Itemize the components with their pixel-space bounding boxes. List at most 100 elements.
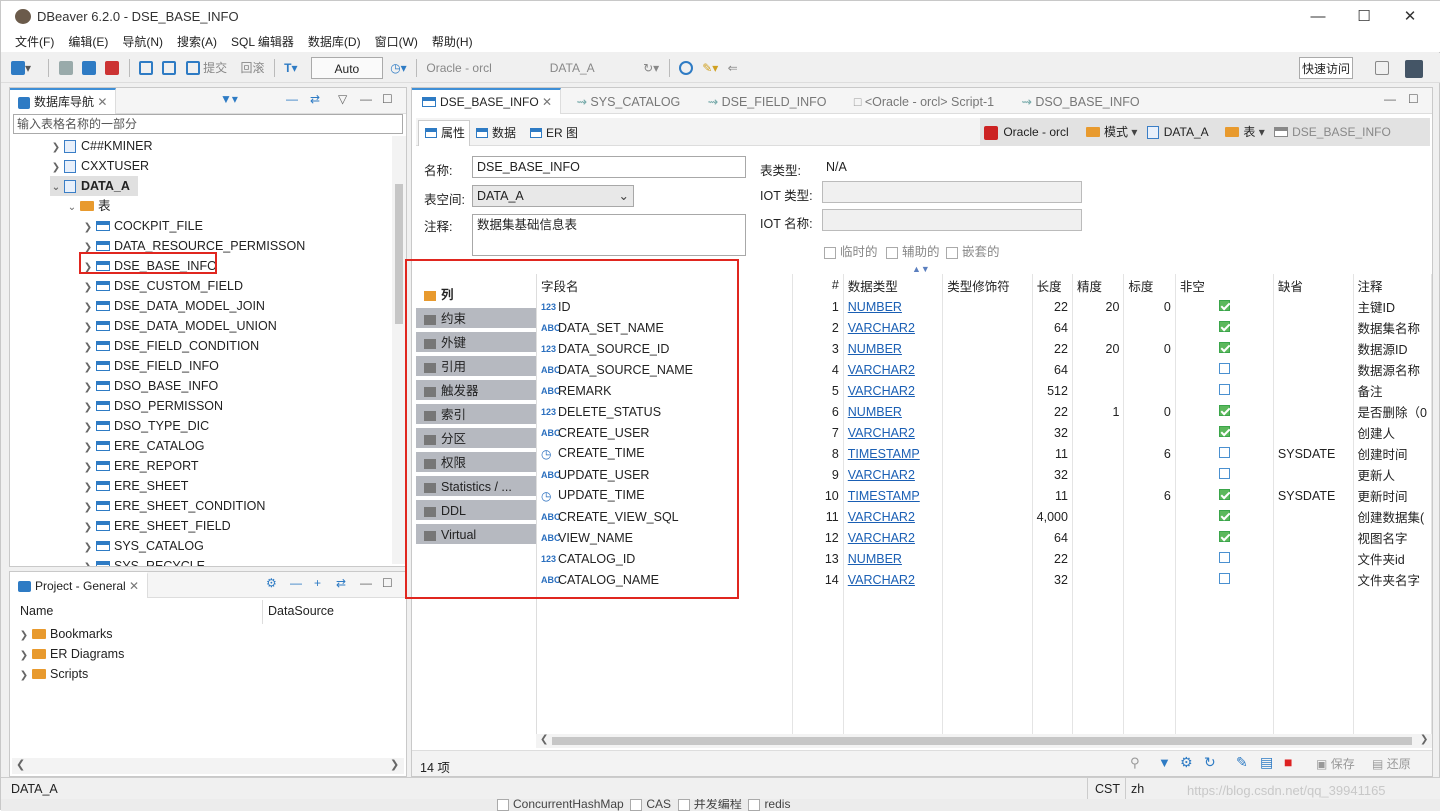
cell-type[interactable]: VARCHAR2 — [843, 527, 944, 548]
tree-item-table[interactable]: ❯ DSE_CUSTOM_FIELD — [82, 276, 243, 296]
column-header[interactable]: 数据类型 — [843, 274, 944, 296]
tree-item-table[interactable]: ❯ SYS_CATALOG — [82, 536, 204, 556]
secondary-checkbox[interactable]: 辅助的 — [886, 241, 940, 260]
notnull-checkbox[interactable] — [1218, 362, 1230, 374]
notnull-checkbox[interactable] — [1218, 404, 1230, 416]
project-hscrollbar[interactable]: ❮ ❯ — [12, 758, 404, 774]
delete-icon[interactable]: ■ — [1284, 754, 1292, 770]
editor-tab-dso-base-info[interactable]: ⇝ DSO_BASE_INFO — [1009, 89, 1151, 115]
cell-notnull[interactable] — [1175, 296, 1274, 317]
tree-item-table[interactable]: ❯ DSO_TYPE_DIC — [82, 416, 209, 436]
cell-scale[interactable]: 0 — [1123, 296, 1176, 317]
navigator-actions-icon[interactable]: ▼▾ — [220, 92, 238, 106]
cell-length[interactable]: 32 — [1032, 422, 1073, 443]
data-type-link[interactable]: TIMESTAMP — [848, 489, 920, 503]
cell-precision[interactable] — [1072, 527, 1125, 548]
table-filter-input[interactable]: 输入表格名称的一部分 — [13, 114, 403, 134]
column-header[interactable]: 标度 — [1123, 274, 1176, 296]
tree-item-table[interactable]: ❯ DSO_PERMISSON — [82, 396, 223, 416]
tree-item-table[interactable]: ❯ DSE_DATA_MODEL_UNION — [82, 316, 277, 336]
chevron-right-icon[interactable]: ❯ — [82, 278, 94, 298]
column-header[interactable]: 精度 — [1072, 274, 1125, 296]
tools-icon[interactable]: ✎▾ — [702, 57, 718, 79]
chevron-down-icon[interactable]: ▾ — [1259, 125, 1265, 139]
edit-icon[interactable]: ✎ — [1236, 754, 1248, 771]
menu-database[interactable]: 数据库(D) — [301, 32, 368, 52]
cell-notnull[interactable] — [1175, 338, 1274, 359]
chevron-right-icon[interactable]: ❯ — [82, 418, 94, 438]
cell-default[interactable] — [1273, 296, 1354, 317]
tx-mode-icon[interactable]: T▾ — [284, 57, 297, 79]
cell-ordinal[interactable]: 4 — [792, 359, 844, 380]
cell-default[interactable] — [1273, 506, 1354, 527]
breadcrumb-table[interactable]: DSE_BASE_INFO — [1292, 125, 1391, 139]
dbeaver-perspective-icon[interactable] — [1405, 60, 1423, 78]
menu-file[interactable]: 文件(F) — [1, 32, 61, 52]
data-type-link[interactable]: NUMBER — [848, 552, 902, 566]
scroll-right-icon[interactable]: ❯ — [1420, 734, 1428, 745]
data-type-link[interactable]: NUMBER — [848, 405, 902, 419]
notnull-checkbox[interactable] — [1218, 572, 1230, 584]
cell-modifier[interactable] — [942, 485, 1033, 506]
cell-scale[interactable] — [1123, 548, 1176, 569]
maximize-view-icon[interactable]: ☐ — [382, 92, 393, 106]
project-item-scripts[interactable]: ❯ Scripts — [18, 664, 88, 684]
chevron-right-icon[interactable]: ❯ — [82, 358, 94, 378]
smart-commit-icon[interactable] — [162, 61, 177, 75]
quick-access-button[interactable]: 快速访问 — [1299, 57, 1353, 79]
tree-item-table[interactable]: ❯ ERE_SHEET_FIELD — [82, 516, 231, 536]
chevron-right-icon[interactable]: ❯ — [82, 498, 94, 518]
menu-sql-editor[interactable]: SQL 编辑器 — [224, 32, 301, 52]
cell-type[interactable]: NUMBER — [843, 338, 944, 359]
link-icon[interactable]: ⇄ — [336, 576, 346, 590]
cell-precision[interactable] — [1072, 359, 1125, 380]
data-type-link[interactable]: VARCHAR2 — [848, 426, 915, 440]
cell-modifier[interactable] — [942, 506, 1033, 527]
cell-comment[interactable]: 文件夹名字 — [1353, 569, 1432, 590]
maximize-view-icon[interactable]: ☐ — [1408, 92, 1419, 106]
temporary-checkbox[interactable]: 临时的 — [824, 241, 878, 260]
tree-item-table[interactable]: ❯ DSO_BASE_INFO — [82, 376, 218, 396]
cell-comment[interactable]: 主键ID — [1353, 296, 1432, 317]
data-type-link[interactable]: VARCHAR2 — [848, 510, 915, 524]
tree-item-table[interactable]: ❯ SYS_RECYCLE — [82, 556, 205, 566]
cell-default[interactable] — [1273, 527, 1354, 548]
tree-item-user[interactable]: ❯ CXXTUSER — [50, 156, 149, 176]
rollback-button[interactable]: 回滚 — [240, 57, 264, 79]
cell-ordinal[interactable]: 9 — [792, 464, 844, 485]
cell-ordinal[interactable]: 5 — [792, 380, 844, 401]
tree-item-table[interactable]: ❯ ERE_SHEET — [82, 476, 189, 496]
cell-notnull[interactable] — [1175, 443, 1274, 464]
save-button[interactable]: ▣ 保存 — [1316, 755, 1355, 772]
history-icon[interactable]: ◷▾ — [390, 57, 407, 79]
commit-button[interactable]: 提交 — [203, 57, 227, 79]
cell-type[interactable]: VARCHAR2 — [843, 422, 944, 443]
cell-type[interactable]: VARCHAR2 — [843, 464, 944, 485]
cell-precision[interactable]: 20 — [1072, 338, 1125, 359]
scroll-left-icon[interactable]: ❮ — [16, 758, 25, 771]
chevron-down-icon[interactable]: ▾ — [1131, 125, 1137, 139]
column-header-name[interactable]: Name — [20, 604, 53, 618]
scroll-right-icon[interactable]: ❯ — [390, 758, 399, 771]
notnull-checkbox[interactable] — [1218, 383, 1230, 395]
cell-notnull[interactable] — [1175, 380, 1274, 401]
cell-notnull[interactable] — [1175, 464, 1274, 485]
cell-length[interactable]: 11 — [1032, 443, 1073, 464]
cell-default[interactable] — [1273, 338, 1354, 359]
menu-window[interactable]: 窗口(W) — [368, 32, 425, 52]
cell-precision[interactable] — [1072, 422, 1125, 443]
cell-scale[interactable] — [1123, 380, 1176, 401]
cell-type[interactable]: VARCHAR2 — [843, 380, 944, 401]
grid-hscrollbar[interactable]: ❮ ❯ — [536, 734, 1432, 748]
cell-comment[interactable]: 创建数据集( — [1353, 506, 1432, 527]
transaction-icon[interactable] — [139, 61, 154, 75]
menu-help[interactable]: 帮助(H) — [425, 32, 480, 52]
cell-length[interactable]: 11 — [1032, 485, 1073, 506]
cell-comment[interactable]: 视图名字 — [1353, 527, 1432, 548]
cell-notnull[interactable] — [1175, 317, 1274, 338]
tree-item-schema[interactable]: ⌄ DATA_A — [50, 176, 138, 196]
data-type-link[interactable]: NUMBER — [848, 300, 902, 314]
collapse-all-icon[interactable]: — — [286, 92, 298, 106]
cell-default[interactable] — [1273, 422, 1354, 443]
cell-scale[interactable]: 6 — [1123, 485, 1176, 506]
